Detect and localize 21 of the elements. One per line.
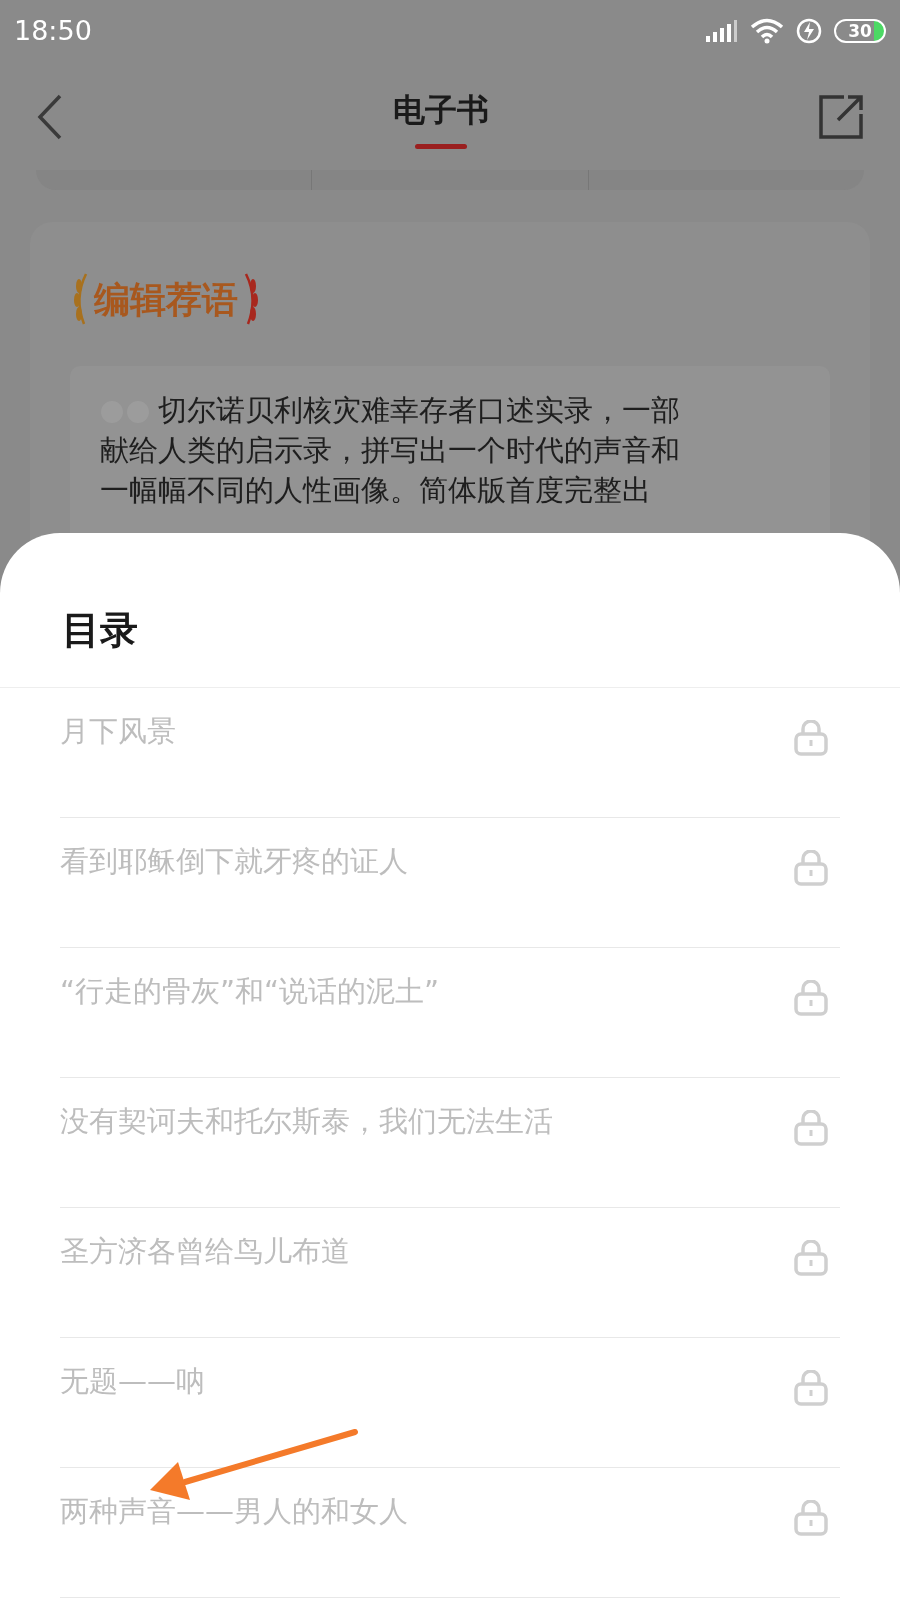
status-time: 18:50 [14,13,92,48]
battery-level: 30 [848,22,872,40]
section-heading: 编辑荐语 [94,277,238,322]
sheet-title: 目录 [62,606,138,654]
back-icon[interactable] [36,94,64,140]
wifi-icon [750,18,784,44]
charging-icon [796,18,822,44]
title-underline [415,143,467,149]
share-icon[interactable] [818,94,864,140]
chapter-item[interactable]: 看到耶稣倒下就牙疼的证人 [60,840,408,884]
quote-line: 一幅幅不同的人性画像。简体版首度完整出 [100,472,651,509]
chapter-item[interactable]: “行走的骨灰”和“说话的泥土” [60,970,440,1014]
chapter-item[interactable]: 两种声音——男人的和女人 [60,1490,408,1534]
page-title: 电子书 [393,89,489,131]
chapter-item[interactable]: 圣方济各曾给鸟儿布道 [60,1230,350,1274]
quote-line: 切尔诺贝利核灾难幸存者口述实录，一部 [158,392,680,429]
chapter-item[interactable]: 无题——呐 [60,1360,205,1404]
chapter-item[interactable]: 没有契诃夫和托尔斯泰，我们无法生活 [60,1100,553,1144]
quote-line: 献给人类的启示录，拼写出一个时代的声音和 [100,432,680,469]
chapter-item[interactable]: 月下风景 [60,710,176,754]
signal-icon [706,20,738,42]
